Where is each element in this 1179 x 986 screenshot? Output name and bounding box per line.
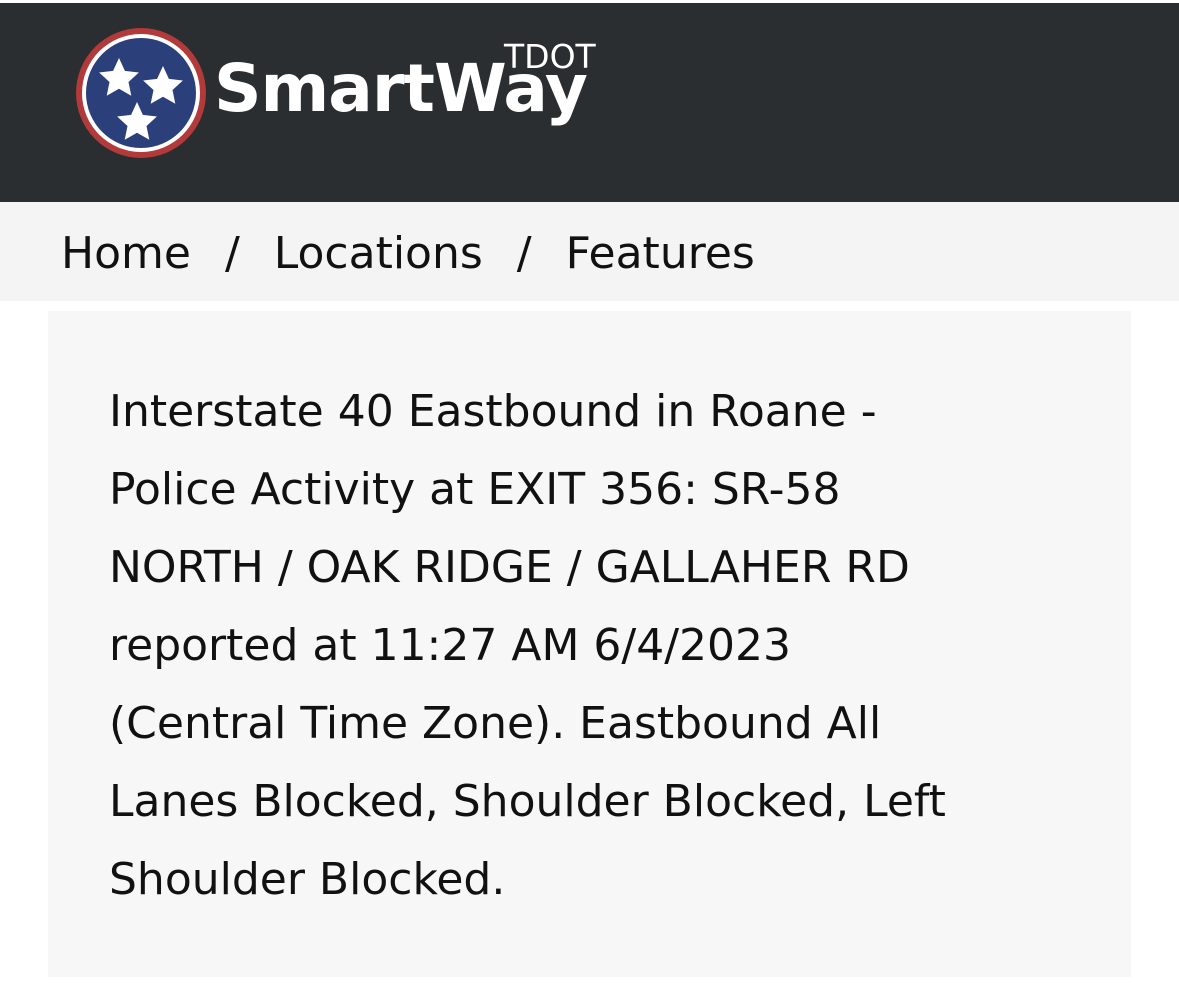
breadcrumb-separator: /	[224, 228, 240, 279]
breadcrumb-features-link[interactable]: Features	[566, 228, 755, 279]
incident-line: Interstate 40 Eastbound in Roane -	[109, 386, 877, 437]
breadcrumb-locations-link[interactable]: Locations	[274, 228, 483, 279]
incident-card: Interstate 40 Eastbound in Roane - Police…	[48, 311, 1131, 977]
breadcrumb-separator: /	[516, 228, 532, 279]
status-bar-edge	[0, 0, 1179, 3]
incident-line: Police Activity at EXIT 356: SR-58	[109, 464, 841, 515]
incident-line: (Central Time Zone). Eastbound All	[109, 698, 882, 749]
incident-line: Shoulder Blocked.	[109, 854, 506, 905]
incident-line: NORTH / OAK RIDGE / GALLAHER RD	[109, 542, 910, 593]
breadcrumb-trail: Home / Locations / Features	[61, 228, 755, 280]
breadcrumb-home-link[interactable]: Home	[61, 228, 191, 279]
incident-description: Interstate 40 Eastbound in Roane - Police…	[109, 373, 1099, 919]
brand-agency: TDOT	[504, 37, 596, 76]
site-header: SmartWay TDOT	[0, 0, 1179, 202]
incident-line: Lanes Blocked, Shoulder Blocked, Left	[109, 776, 946, 827]
smartway-logo-link[interactable]: SmartWay TDOT	[74, 26, 634, 162]
incident-line: reported at 11:27 AM 6/4/2023	[109, 620, 792, 671]
tennessee-tristar-seal-icon	[76, 28, 206, 158]
breadcrumb: Home / Locations / Features	[0, 202, 1179, 301]
